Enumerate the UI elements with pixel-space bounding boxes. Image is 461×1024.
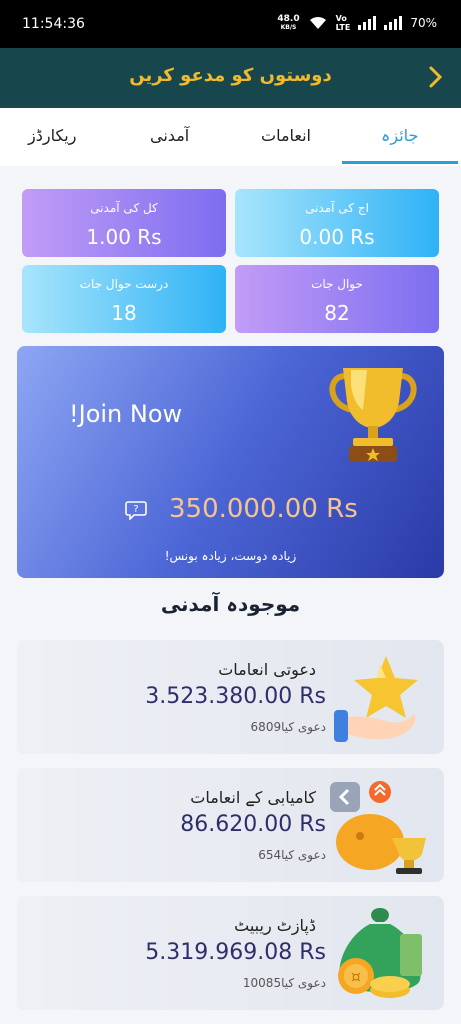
bonus-tagline: زیادہ دوست، زیادہ بونس! [164, 549, 297, 563]
page-title: دوستوں کو مدعو کریں [129, 65, 332, 86]
battery-text: 70% [410, 16, 437, 30]
help-icon[interactable]: ? [125, 500, 147, 520]
stat-value: 1.00 Rs [86, 225, 162, 249]
status-bar: 11:54:36 48.0 KB/S Vo LTE 70% [0, 0, 461, 48]
reward-amount: 86.620.00 Rs [180, 812, 326, 837]
signal-icon-1 [358, 16, 377, 30]
reward-amount: 3.523.380.00 Rs [145, 684, 326, 709]
star-hand-icon [334, 656, 418, 742]
reward-amount: 5.319.969.08 Rs [145, 940, 326, 965]
stat-today-income: اج کی آمدنی 0.00 Rs [235, 189, 439, 257]
reward-card-achievement[interactable]: کامیابی کے انعامات 86.620.00 Rs 654دعوی … [17, 768, 444, 882]
stat-value: 0.00 Rs [299, 225, 375, 249]
reward-title: ڈپازٹ ریبیٹ [234, 916, 316, 935]
status-time: 11:54:36 [22, 16, 85, 32]
reward-claim-count: 654دعوی کیا [258, 848, 326, 862]
stat-total-income: کل کی آمدنی 1.00 Rs [22, 189, 226, 257]
chevron-right-icon[interactable] [425, 63, 447, 91]
join-now-text: !Join Now [69, 400, 183, 428]
reward-claim-count: 10085دعوی کیا [242, 976, 326, 990]
stat-label: کل کی آمدنی [90, 201, 158, 215]
app-header: دوستوں کو مدعو کریں [0, 48, 461, 108]
status-icons: 48.0 KB/S Vo LTE 70% [277, 14, 437, 32]
invite-banner[interactable]: !Join Now ? 350.000.00 Rs زیادہ دوست، زی… [17, 346, 444, 578]
reward-card-deposit[interactable]: ڈپازٹ ریبیٹ 5.319.969.08 Rs 10085دعوی کی… [17, 896, 444, 1010]
volte-bottom: LTE [335, 23, 351, 32]
reward-title: کامیابی کے انعامات [190, 788, 316, 807]
svg-text:?: ? [133, 504, 138, 515]
tab-records[interactable]: ریکارڈز [28, 126, 76, 145]
stat-referrals: حوال جات 82 [235, 265, 439, 333]
net-speed-value: 48.0 [277, 14, 300, 24]
stat-label: حوال جات [311, 277, 363, 291]
net-speed-unit: KB/S [280, 24, 297, 31]
active-tab-indicator [342, 161, 458, 164]
trophy-piggy-icon [330, 781, 426, 874]
volte-indicator: Vo LTE [336, 14, 351, 32]
volte-top: Vo [335, 14, 347, 23]
reward-claim-count: 6809دعوی کیا [250, 720, 326, 734]
reward-title: دعوتی انعامات [218, 660, 316, 679]
tab-rewards[interactable]: انعامات [261, 126, 311, 145]
stat-label: درست حوال جات [79, 277, 169, 291]
tab-bar: جائزہ انعامات آمدنی ریکارڈز [0, 108, 461, 166]
stat-label: اج کی آمدنی [305, 201, 369, 215]
stat-value: 82 [324, 301, 350, 325]
svg-text:¤: ¤ [351, 967, 361, 986]
bonus-amount: 350.000.00 Rs [169, 494, 358, 524]
trophy-icon [329, 368, 417, 462]
wifi-icon [309, 16, 326, 29]
tab-overview[interactable]: جائزہ [381, 126, 418, 145]
signal-icon-2 [384, 16, 403, 30]
reward-card-invite[interactable]: دعوتی انعامات 3.523.380.00 Rs 6809دعوی ک… [17, 640, 444, 754]
stat-value: 18 [111, 301, 137, 325]
current-income-title: موجودہ آمدنی [160, 592, 301, 616]
tab-income[interactable]: آمدنی [150, 126, 189, 145]
stat-valid-referrals: درست حوال جات 18 [22, 265, 226, 333]
money-bag-icon: ¤ [338, 908, 422, 998]
net-speed: 48.0 KB/S [277, 14, 300, 32]
